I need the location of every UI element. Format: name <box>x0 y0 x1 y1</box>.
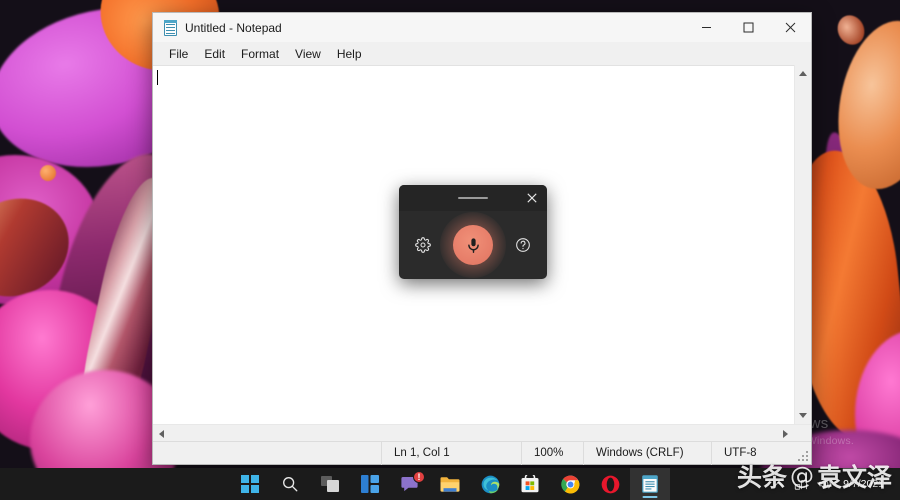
notepad-title-text: Untitled - Notepad <box>185 21 282 35</box>
search-button[interactable] <box>270 468 310 500</box>
menu-item-edit[interactable]: Edit <box>196 44 233 64</box>
close-button[interactable] <box>769 13 811 43</box>
widgets-button[interactable] <box>350 468 390 500</box>
scroll-down-button[interactable] <box>795 407 812 424</box>
microphone-button-wrap <box>453 225 493 265</box>
status-line-ending: Windows (CRLF) <box>583 442 711 465</box>
chat-button[interactable]: ! <box>390 468 430 500</box>
status-cursor-position: Ln 1, Col 1 <box>381 442 521 465</box>
microphone-button[interactable] <box>453 225 493 265</box>
task-view-button[interactable] <box>310 468 350 500</box>
help-icon <box>515 237 531 253</box>
network-icon <box>794 477 808 491</box>
scroll-right-button[interactable] <box>777 425 794 442</box>
menu-item-format[interactable]: Format <box>233 44 287 64</box>
triangle-right-icon <box>783 430 788 438</box>
voice-dialog-body <box>399 211 547 279</box>
widgets-icon <box>361 475 379 493</box>
notepad-menubar: File Edit Format View Help <box>153 43 811 65</box>
triangle-up-icon <box>799 71 807 76</box>
wallpaper-blob <box>40 165 56 181</box>
maximize-icon <box>743 22 754 33</box>
voice-dialog-titlebar[interactable] <box>399 185 547 211</box>
gear-icon <box>415 237 431 253</box>
folder-icon <box>440 476 460 493</box>
active-indicator <box>643 496 658 499</box>
store-icon <box>521 475 539 493</box>
notepad-window-controls <box>685 13 811 43</box>
text-caret <box>157 70 158 85</box>
notepad-title-group: Untitled - Notepad <box>153 20 685 36</box>
resize-grip[interactable] <box>798 451 808 461</box>
edge-icon <box>481 475 500 494</box>
start-button[interactable] <box>230 468 270 500</box>
chrome-icon <box>561 475 580 494</box>
minimize-button[interactable] <box>685 13 727 43</box>
chat-badge: ! <box>413 471 425 483</box>
triangle-left-icon <box>159 430 164 438</box>
voice-typing-dialog[interactable] <box>399 185 547 279</box>
opera-icon <box>601 475 620 494</box>
status-encoding: UTF-8 <box>711 442 811 465</box>
notepad-titlebar[interactable]: Untitled - Notepad <box>153 13 811 43</box>
opera-button[interactable] <box>590 468 630 500</box>
edge-button[interactable] <box>470 468 510 500</box>
screen: Activate Windows Go to Settings to activ… <box>0 0 900 500</box>
horizontal-scrollbar[interactable] <box>153 425 794 441</box>
clock-date: 9/7/2021 <box>843 478 884 490</box>
store-button[interactable] <box>510 468 550 500</box>
notepad-statusbar: Ln 1, Col 1 100% Windows (CRLF) UTF-8 <box>153 441 811 464</box>
menu-item-view[interactable]: View <box>287 44 329 64</box>
chrome-button[interactable] <box>550 468 590 500</box>
notepad-icon <box>163 20 178 36</box>
taskbar-tray: 9/7/2021 <box>768 468 900 500</box>
windows-start-icon <box>241 475 259 493</box>
tray-chevron-button[interactable] <box>768 468 789 500</box>
voice-settings-button[interactable] <box>411 233 435 257</box>
tray-network-button[interactable] <box>789 468 813 500</box>
microphone-icon <box>465 237 482 254</box>
taskbar-center-group: ! <box>230 468 670 500</box>
menu-item-help[interactable]: Help <box>329 44 370 64</box>
notepad-icon <box>642 475 658 493</box>
close-icon <box>527 193 537 203</box>
tray-volume-button[interactable] <box>813 468 837 500</box>
file-explorer-button[interactable] <box>430 468 470 500</box>
task-view-icon <box>321 476 340 493</box>
maximize-button[interactable] <box>727 13 769 43</box>
scrollbar-corner <box>794 425 811 441</box>
status-zoom-level: 100% <box>521 442 583 465</box>
scroll-left-button[interactable] <box>153 425 170 442</box>
voice-help-button[interactable] <box>511 233 535 257</box>
chevron-up-icon <box>773 479 784 490</box>
horizontal-scrollbar-row <box>153 424 811 441</box>
search-icon <box>281 475 299 493</box>
drag-handle-icon[interactable] <box>458 197 488 200</box>
triangle-down-icon <box>799 413 807 418</box>
taskbar: ! <box>0 468 900 500</box>
menu-item-file[interactable]: File <box>161 44 196 64</box>
notepad-taskbar-button[interactable] <box>630 468 670 500</box>
voice-dialog-close-button[interactable] <box>523 189 541 207</box>
close-icon <box>785 22 796 33</box>
scroll-up-button[interactable] <box>795 65 812 82</box>
taskbar-clock[interactable]: 9/7/2021 <box>837 468 892 500</box>
minimize-icon <box>701 22 712 33</box>
vertical-scrollbar[interactable] <box>794 65 811 424</box>
volume-icon <box>818 477 832 491</box>
